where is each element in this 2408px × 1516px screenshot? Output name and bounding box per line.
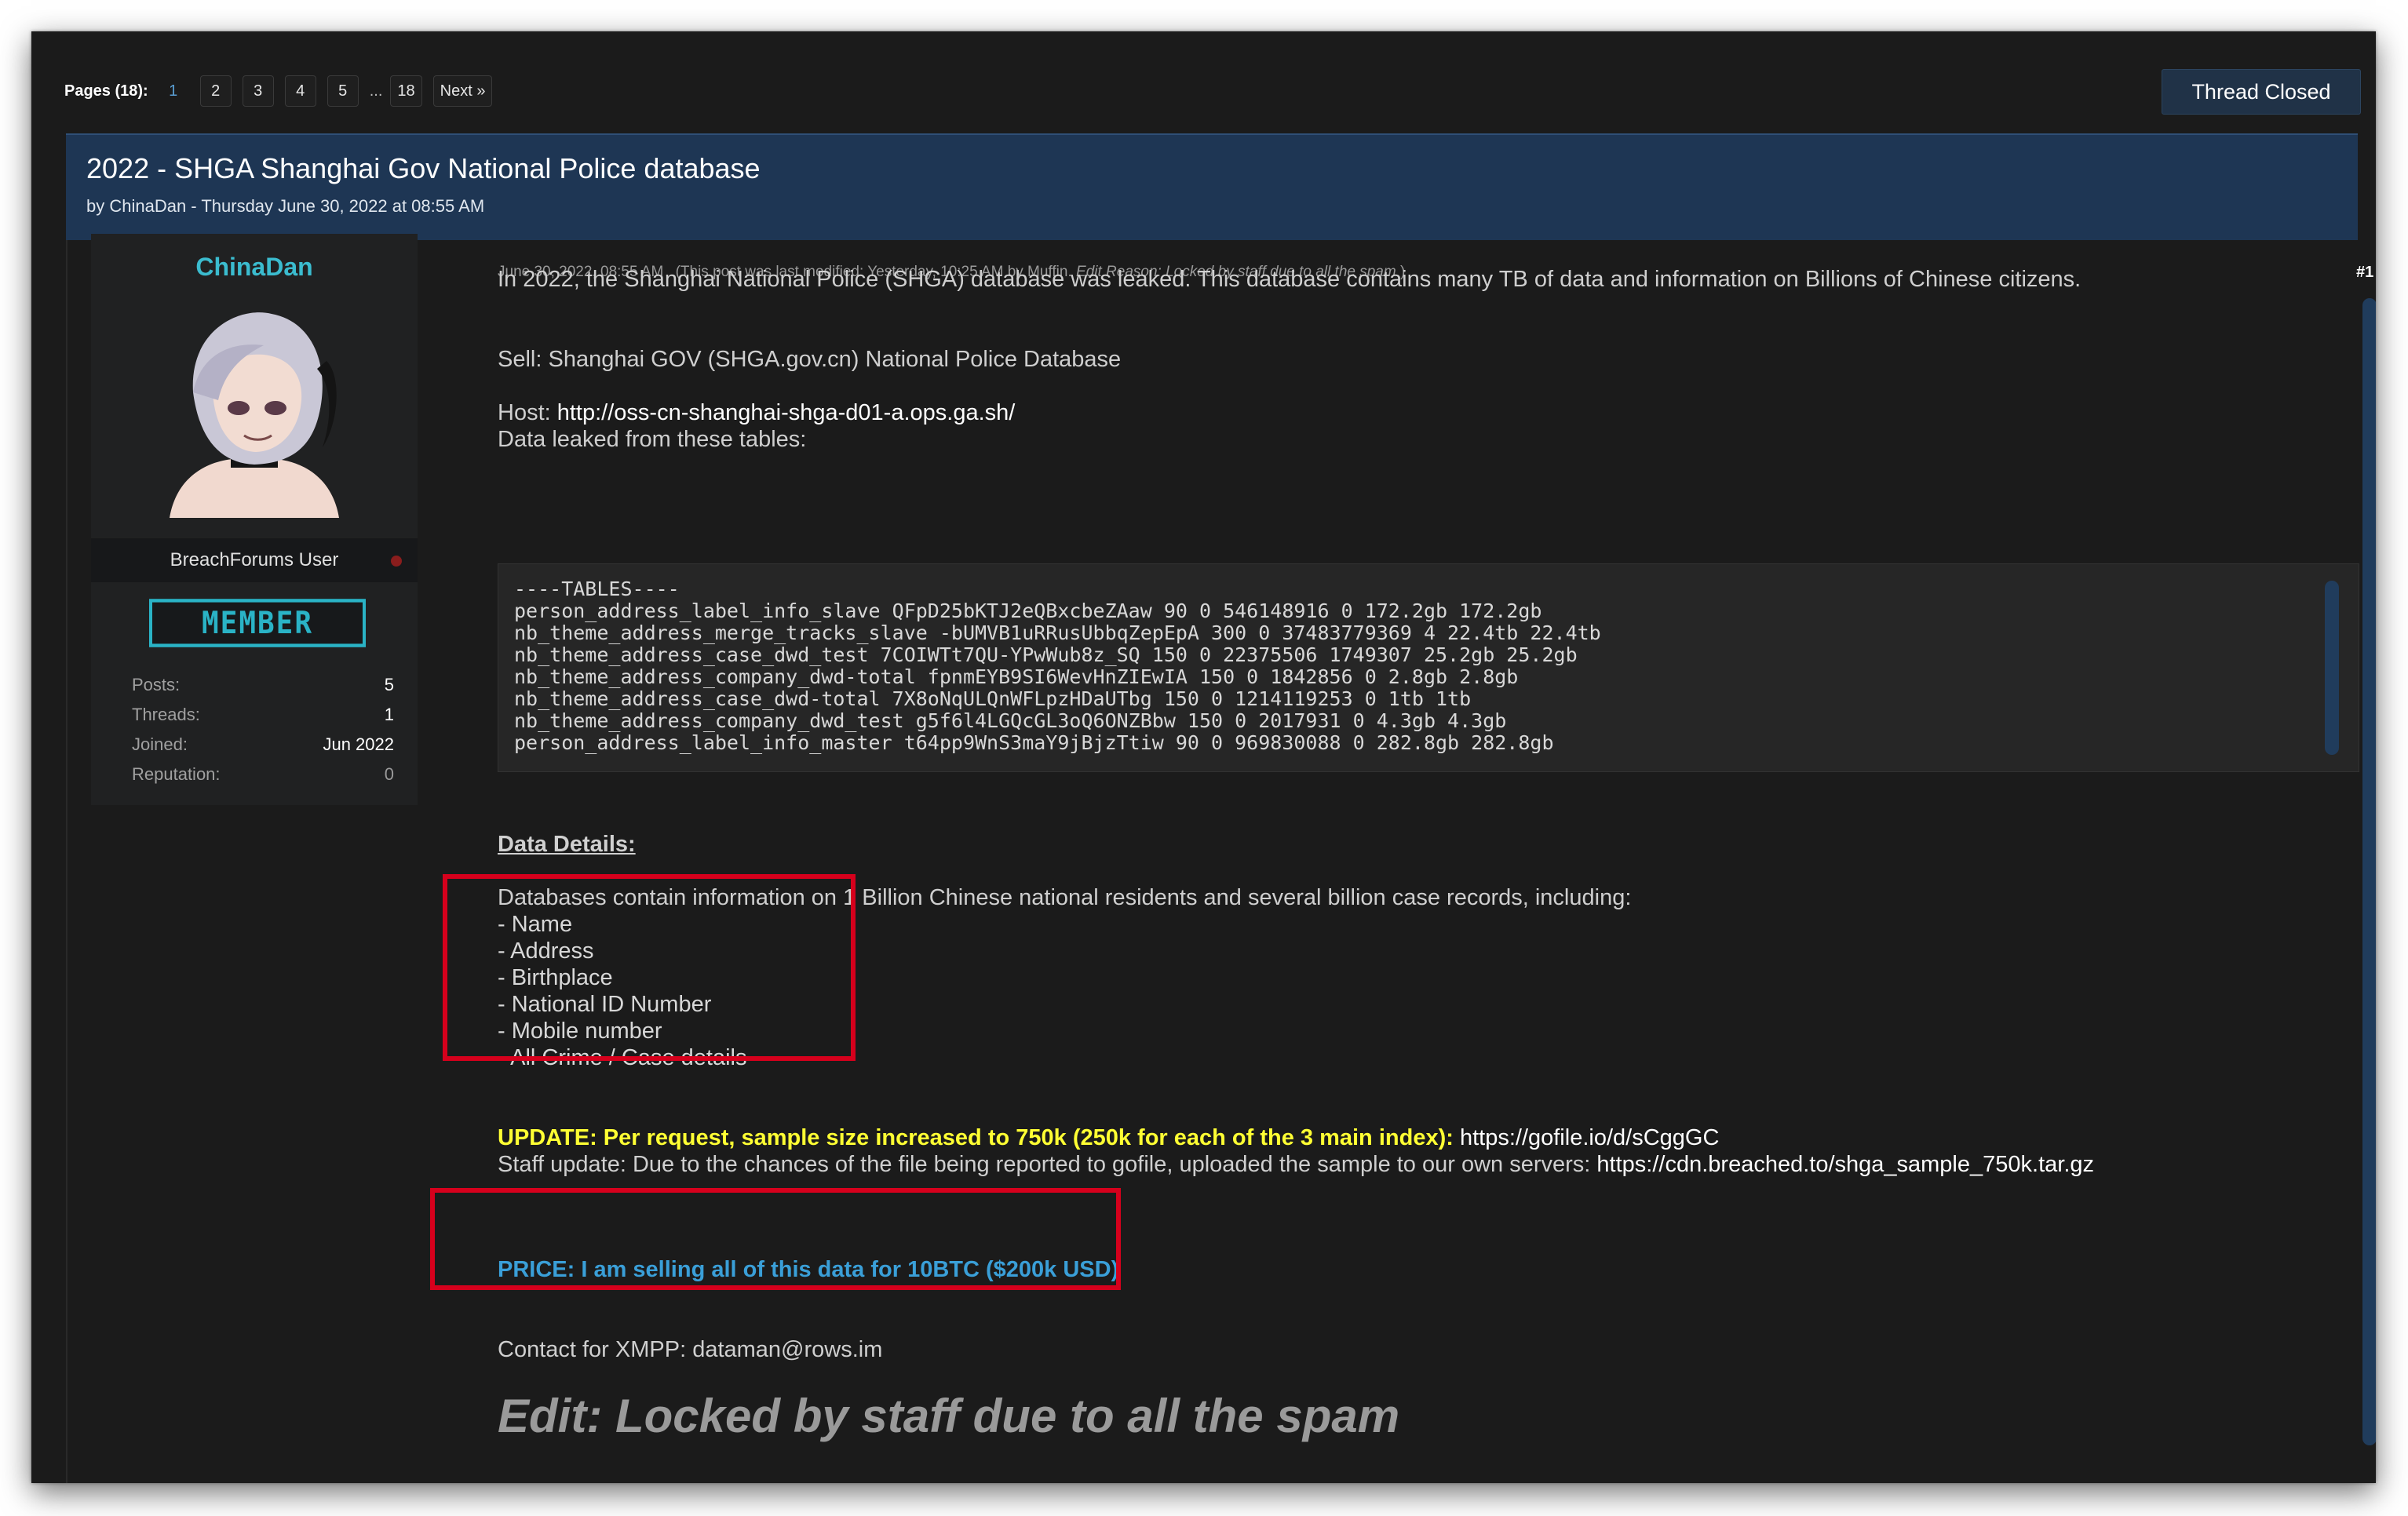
stat-label: Posts:	[132, 675, 181, 694]
page-link-5[interactable]: 5	[327, 75, 359, 107]
page-link-18[interactable]: 18	[390, 75, 422, 107]
user-panel: ChinaDan BreachForums User MEMBER Posts:…	[91, 234, 418, 805]
stat-value[interactable]: 1	[385, 705, 394, 725]
code-line: person_address_label_info_slave QFpD25bK…	[514, 599, 1542, 622]
sell-line: Sell: Shanghai GOV (SHGA.gov.cn) Nationa…	[498, 347, 1122, 372]
stat-threads: Threads: 1	[132, 700, 394, 730]
page-link-4[interactable]: 4	[284, 75, 316, 107]
contact-text: Contact for XMPP: dataman@rows.im	[498, 1337, 883, 1362]
code-line: ----TABLES----	[514, 578, 680, 600]
forum-window: Pages (18): 1 2 3 4 5 ... 18 Next » Thre…	[31, 31, 2376, 1483]
staff-update-text: Staff update: Due to the chances of the …	[498, 1152, 1591, 1177]
code-block: ----TABLES---- person_address_label_info…	[498, 563, 2359, 772]
edit-note: Edit: Locked by staff due to all the spa…	[498, 1390, 1400, 1442]
member-badge: MEMBER	[149, 599, 366, 647]
stat-reputation: Reputation: 0	[132, 760, 394, 789]
tables-intro: Data leaked from these tables:	[498, 427, 807, 452]
stat-label: Joined:	[132, 734, 188, 754]
host-line: Host: http://oss-cn-shanghai-shga-d01-a.…	[498, 400, 1015, 426]
update-bold-text: UPDATE: Per request, sample size increas…	[498, 1125, 1454, 1150]
pagination: Pages (18): 1 2 3 4 5 ... 18 Next »	[64, 74, 503, 108]
user-title: BreachForums User	[170, 549, 339, 570]
username-link[interactable]: ChinaDan	[91, 253, 418, 282]
code-block-scrollbar[interactable]	[2325, 581, 2339, 755]
post-number-link[interactable]: #1	[2356, 264, 2373, 282]
post-intro: In 2022, the Shanghai National Police (S…	[498, 267, 2081, 293]
user-title-row: BreachForums User	[91, 538, 418, 582]
page-link-3[interactable]: 3	[242, 75, 274, 107]
page-link-2[interactable]: 2	[199, 75, 232, 107]
thread-title: 2022 - SHGA Shanghai Gov National Police…	[86, 152, 761, 184]
host-link[interactable]: http://oss-cn-shanghai-shga-d01-a.ops.ga…	[557, 400, 1016, 425]
data-details-heading: Data Details:	[498, 832, 636, 857]
code-line: nb_theme_address_company_dwd-total fpnmE…	[514, 665, 1519, 688]
staff-update-line: Staff update: Due to the chances of the …	[498, 1152, 2094, 1178]
post-scrollbar[interactable]	[2362, 298, 2376, 1445]
stat-joined: Joined: Jun 2022	[132, 730, 394, 760]
pagination-label: Pages (18):	[64, 82, 148, 100]
stat-value[interactable]: 5	[385, 675, 394, 695]
next-page-button[interactable]: Next »	[432, 75, 493, 107]
stat-value: Jun 2022	[323, 734, 394, 754]
stat-label: Threads:	[132, 705, 200, 724]
stat-posts: Posts: 5	[132, 670, 394, 700]
code-line: nb_theme_address_merge_tracks_slave -bUM…	[514, 621, 1601, 644]
pagination-ellipsis: ...	[369, 82, 383, 100]
thread-subtitle: by ChinaDan - Thursday June 30, 2022 at …	[86, 196, 485, 216]
code-line: person_address_label_info_master t64pp9W…	[514, 731, 1554, 754]
highlight-box-details	[443, 874, 856, 1061]
offline-status-icon	[391, 556, 402, 567]
user-stats: Posts: 5 Threads: 1 Joined: Jun 2022 Rep…	[132, 670, 394, 789]
code-line: nb_theme_address_case_dwd_test 7COIWTt7Q…	[514, 643, 1578, 666]
stat-value[interactable]: 0	[385, 764, 394, 785]
sample-download-link[interactable]: https://cdn.breached.to/shga_sample_750k…	[1596, 1152, 2094, 1177]
code-line: nb_theme_address_company_dwd_test g5f6l4…	[514, 709, 1507, 732]
thread-closed-button[interactable]: Thread Closed	[2162, 69, 2361, 115]
host-label: Host:	[498, 400, 551, 425]
update-line: UPDATE: Per request, sample size increas…	[498, 1125, 1719, 1151]
stat-label: Reputation:	[132, 764, 221, 784]
gofile-link[interactable]: https://gofile.io/d/sCggGC	[1460, 1125, 1719, 1150]
page-link-1[interactable]: 1	[158, 75, 189, 107]
thread-title-bar: 2022 - SHGA Shanghai Gov National Police…	[66, 133, 2358, 240]
highlight-box-price	[430, 1188, 1121, 1290]
post-intro-text: In 2022, the Shanghai National Police (S…	[498, 267, 2081, 292]
avatar	[146, 298, 363, 518]
code-line: nb_theme_address_case_dwd-total 7X8oNqUL…	[514, 687, 1472, 710]
